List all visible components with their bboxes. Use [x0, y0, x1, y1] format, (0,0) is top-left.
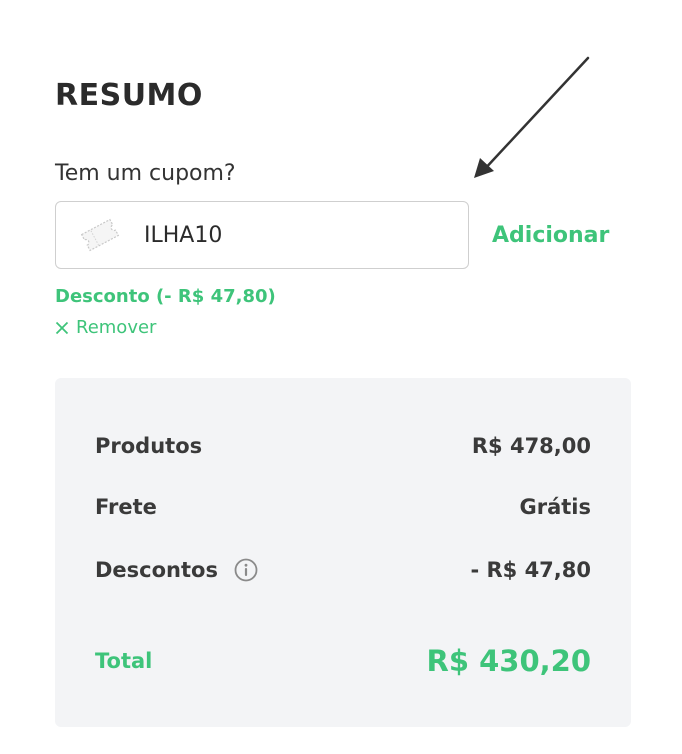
- info-icon[interactable]: [234, 558, 258, 582]
- products-value: R$ 478,00: [471, 434, 591, 458]
- products-label: Produtos: [95, 434, 203, 458]
- products-row: Produtos R$ 478,00: [95, 434, 591, 458]
- remove-label: Remover: [76, 317, 157, 338]
- ticket-icon: [80, 218, 120, 252]
- coupon-field[interactable]: [55, 201, 469, 269]
- shipping-row: Frete Grátis: [95, 495, 591, 519]
- discounts-value: - R$ 47,80: [470, 558, 591, 582]
- total-row: Total R$ 430,20: [95, 644, 591, 678]
- close-icon: [55, 321, 69, 335]
- discounts-row: Descontos - R$ 47,80: [95, 558, 591, 582]
- discounts-label: Descontos: [95, 558, 218, 582]
- discount-applied-text: Desconto (- R$ 47,80): [55, 286, 276, 307]
- coupon-label: Tem um cupom?: [55, 161, 236, 186]
- coupon-input[interactable]: [144, 216, 444, 254]
- shipping-value: Grátis: [519, 495, 591, 519]
- summary-title: RESUMO: [55, 78, 203, 113]
- add-coupon-button[interactable]: Adicionar: [492, 220, 609, 252]
- order-summary-panel: Produtos R$ 478,00 Frete Grátis Desconto…: [55, 378, 631, 727]
- shipping-label: Frete: [95, 495, 157, 519]
- total-label: Total: [95, 649, 153, 673]
- annotation-arrow-icon: [474, 56, 590, 178]
- remove-coupon-link[interactable]: Remover: [55, 316, 156, 340]
- total-value: R$ 430,20: [426, 644, 591, 678]
